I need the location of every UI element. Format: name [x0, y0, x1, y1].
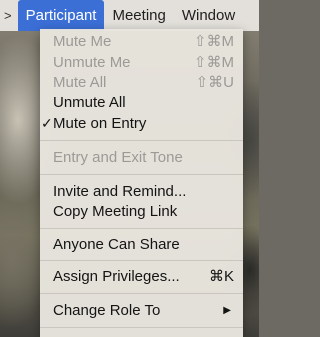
menu-item-label: Invite and Remind... — [53, 183, 187, 200]
menu-item-unmute-all[interactable]: Unmute All — [40, 92, 243, 113]
participant-dropdown-menu: Mute Me ⇧⌘M Unmute Me ⇧⌘M Mute All ⇧⌘U U… — [40, 29, 243, 337]
menu-separator — [40, 140, 243, 141]
menu-item-mute-me[interactable]: Mute Me ⇧⌘M — [40, 31, 243, 52]
menubar-item-participant[interactable]: Participant — [17, 0, 105, 31]
menu-item-unmute-me[interactable]: Unmute Me ⇧⌘M — [40, 52, 243, 73]
menu-item-entry-exit-tone[interactable]: Entry and Exit Tone — [40, 147, 243, 168]
menu-separator — [40, 260, 243, 261]
menu-separator — [40, 327, 243, 328]
shortcut-label: ⇧⌘M — [193, 54, 234, 71]
menu-item-label: Mute All — [53, 74, 107, 91]
menu-item-label: Anyone Can Share — [53, 236, 180, 253]
menu-item-label: Mute on Entry — [53, 115, 147, 132]
menu-item-label: Mute Me — [53, 33, 112, 50]
menu-separator — [40, 228, 243, 229]
menu-item-assign-privileges[interactable]: Assign Privileges... ⌘K — [40, 266, 243, 287]
submenu-arrow-icon: ▶ — [223, 305, 231, 316]
menu-item-anyone-can-share[interactable]: Anyone Can Share — [40, 234, 243, 255]
shortcut-label: ⇧⌘M — [193, 33, 234, 50]
shortcut-label: ⌘K — [208, 268, 234, 285]
menu-item-label: Copy Meeting Link — [53, 203, 178, 220]
menubar-item-meeting[interactable]: Meeting — [104, 7, 173, 24]
checkmark-icon: ✓ — [41, 115, 53, 131]
menu-bar: > Participant Meeting Window — [0, 0, 259, 31]
menu-item-label: Unmute Me — [53, 54, 131, 71]
menu-item-label: Assign Privileges... — [53, 268, 180, 285]
menu-item-label: Change Role To — [53, 302, 161, 319]
shortcut-label: ⇧⌘U — [195, 74, 234, 91]
menu-separator — [40, 174, 243, 175]
menu-item-mute-on-entry[interactable]: ✓ Mute on Entry — [40, 113, 243, 134]
menu-item-mute-all[interactable]: Mute All ⇧⌘U — [40, 72, 243, 93]
menu-separator — [40, 293, 243, 294]
menu-item-label: Entry and Exit Tone — [53, 149, 183, 166]
menu-item-label: Unmute All — [53, 94, 126, 111]
menu-item-change-role-to[interactable]: Change Role To ▶ — [40, 300, 243, 321]
menubar-item-window[interactable]: Window — [174, 7, 243, 24]
menubar-overflow-indicator[interactable]: > — [0, 8, 18, 23]
menu-item-copy-meeting-link[interactable]: Copy Meeting Link — [40, 201, 243, 222]
menu-item-invite-and-remind[interactable]: Invite and Remind... — [40, 181, 243, 202]
